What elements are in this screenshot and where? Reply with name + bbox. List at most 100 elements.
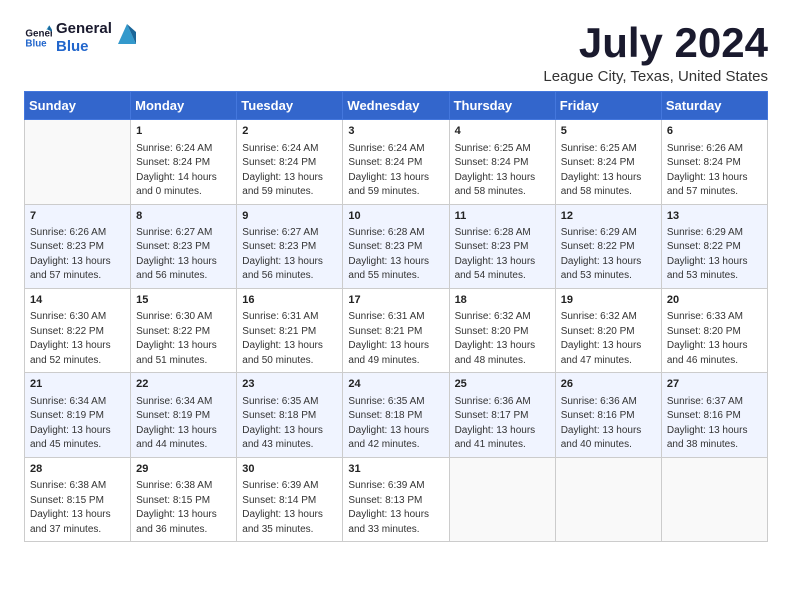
day-number: 8 [136, 209, 231, 224]
calendar-cell: 24Sunrise: 6:35 AM Sunset: 8:18 PM Dayli… [343, 373, 449, 457]
calendar-cell [449, 457, 555, 541]
day-number: 17 [348, 293, 443, 308]
day-info: Sunrise: 6:36 AM Sunset: 8:17 PM Dayligh… [455, 395, 550, 453]
day-number: 13 [667, 209, 762, 224]
day-number: 25 [455, 377, 550, 392]
day-info: Sunrise: 6:39 AM Sunset: 8:13 PM Dayligh… [348, 479, 443, 537]
day-info: Sunrise: 6:37 AM Sunset: 8:16 PM Dayligh… [667, 395, 762, 453]
day-number: 22 [136, 377, 231, 392]
calendar-cell: 31 Sunrise: 6:39 AM Sunset: 8:13 PM Dayli… [343, 457, 449, 541]
day-number: 30 [242, 462, 337, 477]
day-info: Sunrise: 6:36 AM Sunset: 8:16 PM Dayligh… [561, 395, 656, 453]
calendar-cell: 1 Sunrise: 6:24 AM Sunset: 8:24 PM Daylig… [131, 120, 237, 204]
calendar-cell: 6 Sunrise: 6:26 AM Sunset: 8:24 PM Daylig… [661, 120, 767, 204]
day-info: Sunrise: 6:34 AM Sunset: 8:19 PM Dayligh… [136, 395, 231, 453]
day-info: Sunrise: 6:35 AM Sunset: 8:18 PM Dayligh… [242, 395, 337, 453]
calendar-cell: 15Sunrise: 6:30 AM Sunset: 8:22 PM Dayli… [131, 288, 237, 372]
day-number: 6 [667, 124, 762, 139]
day-number: 24 [348, 377, 443, 392]
calendar-cell: 25 Sunrise: 6:36 AM Sunset: 8:17 PM Dayli… [449, 373, 555, 457]
svg-text:Blue: Blue [25, 38, 47, 49]
day-info: Sunrise: 6:33 AM Sunset: 8:20 PM Dayligh… [667, 310, 762, 368]
day-number: 19 [561, 293, 656, 308]
calendar-week-row: 28 Sunrise: 6:38 AM Sunset: 8:15 PM Dayli… [25, 457, 768, 541]
calendar-week-row: 21 Sunrise: 6:34 AM Sunset: 8:19 PM Dayli… [25, 373, 768, 457]
calendar-cell: 13Sunrise: 6:29 AM Sunset: 8:22 PM Dayli… [661, 204, 767, 288]
day-info: Sunrise: 6:26 AM Sunset: 8:24 PM Dayligh… [667, 142, 762, 200]
day-header-wednesday: Wednesday [343, 92, 449, 120]
day-number: 5 [561, 124, 656, 139]
day-number: 16 [242, 293, 337, 308]
day-info: Sunrise: 6:25 AM Sunset: 8:24 PM Dayligh… [455, 142, 550, 200]
day-number: 10 [348, 209, 443, 224]
calendar-cell: 22 Sunrise: 6:34 AM Sunset: 8:19 PM Dayli… [131, 373, 237, 457]
day-info: Sunrise: 6:27 AM Sunset: 8:23 PM Dayligh… [242, 226, 337, 284]
day-info: Sunrise: 6:31 AM Sunset: 8:21 PM Dayligh… [242, 310, 337, 368]
day-number: 15 [136, 293, 231, 308]
day-number: 11 [455, 209, 550, 224]
calendar-week-row: 7 Sunrise: 6:26 AM Sunset: 8:23 PM Daylig… [25, 204, 768, 288]
day-info: Sunrise: 6:24 AM Sunset: 8:24 PM Dayligh… [242, 142, 337, 200]
calendar-cell: 5 Sunrise: 6:25 AM Sunset: 8:24 PM Daylig… [555, 120, 661, 204]
day-info: Sunrise: 6:24 AM Sunset: 8:24 PM Dayligh… [348, 142, 443, 200]
day-number: 2 [242, 124, 337, 139]
calendar-header-row: SundayMondayTuesdayWednesdayThursdayFrid… [25, 92, 768, 120]
day-info: Sunrise: 6:28 AM Sunset: 8:23 PM Dayligh… [455, 226, 550, 284]
day-number: 7 [30, 209, 125, 224]
day-number: 21 [30, 377, 125, 392]
day-info: Sunrise: 6:39 AM Sunset: 8:14 PM Dayligh… [242, 479, 337, 537]
calendar-cell: 7 Sunrise: 6:26 AM Sunset: 8:23 PM Daylig… [25, 204, 131, 288]
day-header-friday: Friday [555, 92, 661, 120]
logo-triangle-icon [118, 24, 136, 44]
day-number: 29 [136, 462, 231, 477]
day-number: 1 [136, 124, 231, 139]
calendar-cell: 4 Sunrise: 6:25 AM Sunset: 8:24 PM Daylig… [449, 120, 555, 204]
calendar-cell [661, 457, 767, 541]
calendar-cell: 23 Sunrise: 6:35 AM Sunset: 8:18 PM Dayli… [237, 373, 343, 457]
day-number: 31 [348, 462, 443, 477]
day-number: 23 [242, 377, 337, 392]
page-header: General Blue General Blue July 2024 Leag… [24, 20, 768, 85]
day-info: Sunrise: 6:38 AM Sunset: 8:15 PM Dayligh… [136, 479, 231, 537]
day-header-sunday: Sunday [25, 92, 131, 120]
day-number: 9 [242, 209, 337, 224]
day-number: 12 [561, 209, 656, 224]
day-number: 27 [667, 377, 762, 392]
calendar-cell: 18Sunrise: 6:32 AM Sunset: 8:20 PM Dayli… [449, 288, 555, 372]
calendar-cell: 26 Sunrise: 6:36 AM Sunset: 8:16 PM Dayli… [555, 373, 661, 457]
calendar-cell: 8 Sunrise: 6:27 AM Sunset: 8:23 PM Daylig… [131, 204, 237, 288]
day-info: Sunrise: 6:26 AM Sunset: 8:23 PM Dayligh… [30, 226, 125, 284]
logo-line1: General [56, 20, 112, 38]
day-number: 20 [667, 293, 762, 308]
calendar-cell [25, 120, 131, 204]
day-number: 4 [455, 124, 550, 139]
day-number: 28 [30, 462, 125, 477]
day-header-tuesday: Tuesday [237, 92, 343, 120]
logo: General Blue General Blue [24, 20, 136, 56]
calendar-cell: 11 Sunrise: 6:28 AM Sunset: 8:23 PM Dayli… [449, 204, 555, 288]
day-info: Sunrise: 6:25 AM Sunset: 8:24 PM Dayligh… [561, 142, 656, 200]
calendar-cell: 29 Sunrise: 6:38 AM Sunset: 8:15 PM Dayli… [131, 457, 237, 541]
day-info: Sunrise: 6:34 AM Sunset: 8:19 PM Dayligh… [30, 395, 125, 453]
day-number: 18 [455, 293, 550, 308]
calendar-cell: 3 Sunrise: 6:24 AM Sunset: 8:24 PM Daylig… [343, 120, 449, 204]
calendar-week-row: 1 Sunrise: 6:24 AM Sunset: 8:24 PM Daylig… [25, 120, 768, 204]
day-header-monday: Monday [131, 92, 237, 120]
calendar-cell: 10Sunrise: 6:28 AM Sunset: 8:23 PM Dayli… [343, 204, 449, 288]
day-header-saturday: Saturday [661, 92, 767, 120]
day-number: 26 [561, 377, 656, 392]
day-info: Sunrise: 6:32 AM Sunset: 8:20 PM Dayligh… [561, 310, 656, 368]
day-number: 3 [348, 124, 443, 139]
calendar-cell: 17 Sunrise: 6:31 AM Sunset: 8:21 PM Dayli… [343, 288, 449, 372]
calendar-cell: 19 Sunrise: 6:32 AM Sunset: 8:20 PM Dayli… [555, 288, 661, 372]
day-info: Sunrise: 6:24 AM Sunset: 8:24 PM Dayligh… [136, 142, 231, 200]
day-info: Sunrise: 6:38 AM Sunset: 8:15 PM Dayligh… [30, 479, 125, 537]
day-info: Sunrise: 6:31 AM Sunset: 8:21 PM Dayligh… [348, 310, 443, 368]
subtitle: League City, Texas, United States [543, 68, 768, 85]
day-info: Sunrise: 6:27 AM Sunset: 8:23 PM Dayligh… [136, 226, 231, 284]
calendar-cell: 20 Sunrise: 6:33 AM Sunset: 8:20 PM Dayli… [661, 288, 767, 372]
calendar-table: SundayMondayTuesdayWednesdayThursdayFrid… [24, 91, 768, 542]
day-number: 14 [30, 293, 125, 308]
calendar-cell: 2 Sunrise: 6:24 AM Sunset: 8:24 PM Daylig… [237, 120, 343, 204]
day-info: Sunrise: 6:29 AM Sunset: 8:22 PM Dayligh… [561, 226, 656, 284]
